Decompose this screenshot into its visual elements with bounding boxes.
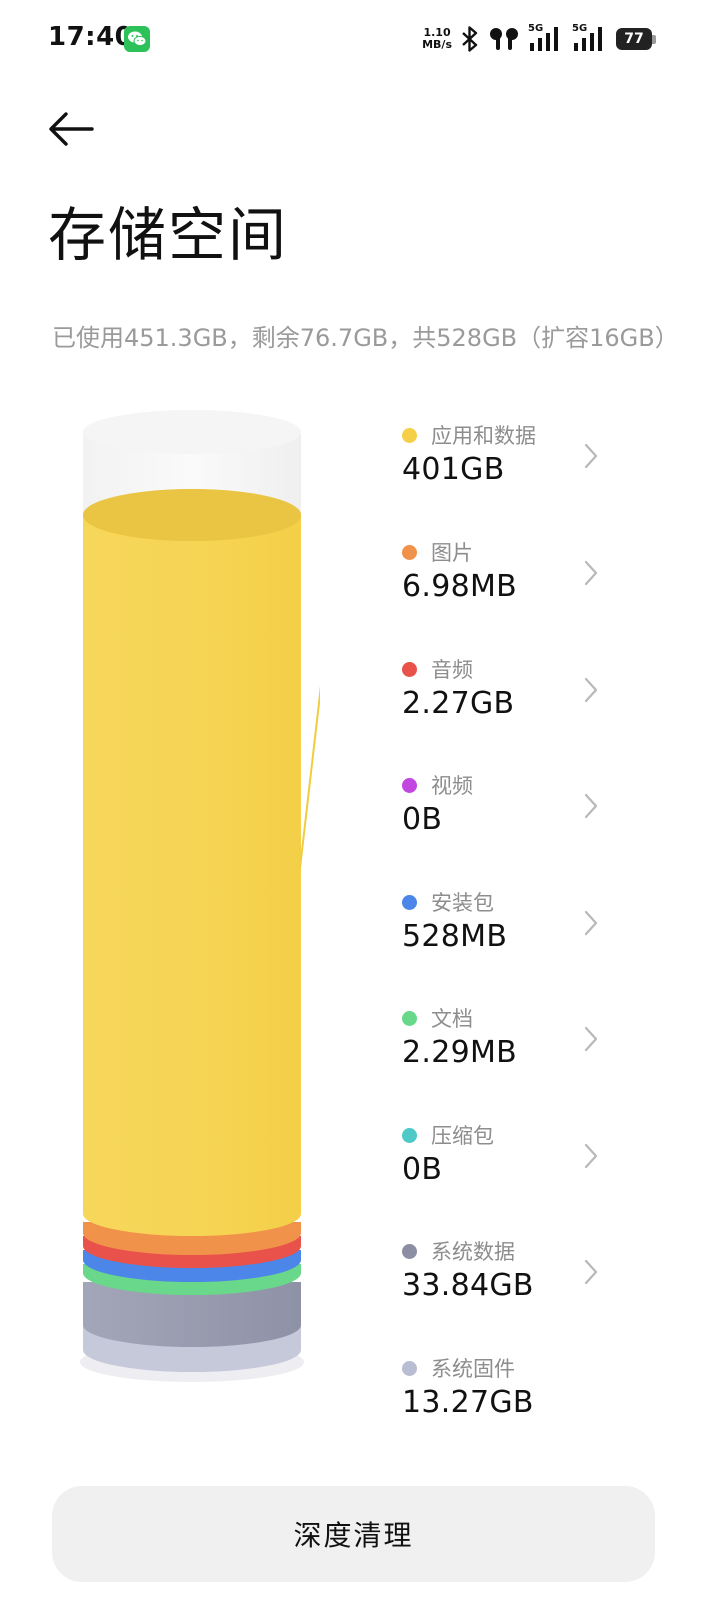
back-button[interactable]	[44, 104, 100, 154]
category-color-dot	[402, 895, 417, 910]
chevron-right-icon	[584, 1259, 598, 1285]
cylinder-top	[83, 410, 301, 454]
signal-sim2: 5G	[572, 23, 608, 53]
category-apps-and-data[interactable]: 应用和数据 401GB	[400, 418, 620, 518]
category-label: 文档	[431, 1007, 473, 1031]
category-size: 13.27GB	[402, 1385, 534, 1420]
category-size: 6.98MB	[402, 569, 518, 604]
wechat-icon	[124, 26, 150, 52]
category-label: 音频	[431, 658, 473, 682]
battery-level: 77	[616, 28, 652, 50]
chevron-right-icon	[584, 443, 598, 469]
battery-icon: 77	[616, 28, 656, 50]
category-system-firmware: 系统固件 13.27GB	[400, 1351, 620, 1451]
chevron-right-icon	[584, 910, 598, 936]
chevron-right-icon	[584, 1026, 598, 1052]
storage-summary: 已使用451.3GB，剩余76.7GB，共528GB（扩容16GB）	[52, 324, 679, 352]
category-archives[interactable]: 压缩包 0B	[400, 1118, 620, 1218]
category-label: 安装包	[431, 891, 494, 915]
category-color-dot	[402, 778, 417, 793]
category-size: 2.29MB	[402, 1035, 518, 1070]
chevron-right-icon	[584, 793, 598, 819]
category-size: 528MB	[402, 919, 508, 954]
category-color-dot	[402, 1128, 417, 1143]
status-bar: 17:40 1.10 MB/s 5G 5G 77	[0, 0, 720, 80]
chevron-right-icon	[584, 1143, 598, 1169]
category-video[interactable]: 视频 0B	[400, 768, 620, 868]
category-color-dot	[402, 545, 417, 560]
category-documents[interactable]: 文档 2.29MB	[400, 1001, 620, 1101]
status-icons: 1.10 MB/s 5G 5G 77	[422, 23, 656, 54]
category-size: 0B	[402, 802, 443, 837]
storage-cylinder	[80, 410, 320, 1382]
chevron-right-icon	[584, 560, 598, 586]
net-speed: 1.10 MB/s	[422, 27, 452, 51]
category-size: 401GB	[402, 452, 505, 487]
category-color-dot	[402, 428, 417, 443]
category-color-dot	[402, 1244, 417, 1259]
category-size: 33.84GB	[402, 1268, 534, 1303]
status-time: 17:40	[48, 22, 134, 52]
category-label: 系统固件	[431, 1357, 515, 1381]
category-size: 2.27GB	[402, 686, 515, 721]
leader-line	[299, 685, 320, 869]
signal-icon	[574, 27, 602, 51]
category-color-dot	[402, 1011, 417, 1026]
back-arrow-icon	[49, 112, 94, 146]
cylinder-segment-apps	[83, 515, 301, 1236]
category-images[interactable]: 图片 6.98MB	[400, 535, 620, 635]
category-installers[interactable]: 安装包 528MB	[400, 885, 620, 985]
page-title: 存储空间	[48, 201, 289, 269]
category-system-data[interactable]: 系统数据 33.84GB	[400, 1234, 620, 1334]
signal-icon	[530, 27, 558, 51]
category-color-dot	[402, 1361, 417, 1376]
category-label: 压缩包	[431, 1124, 494, 1148]
category-label: 视频	[431, 774, 473, 798]
category-audio[interactable]: 音频 2.27GB	[400, 652, 620, 752]
category-label: 应用和数据	[431, 424, 536, 448]
category-size: 0B	[402, 1152, 443, 1187]
chevron-right-icon	[584, 677, 598, 703]
signal-sim1: 5G	[528, 23, 564, 53]
earbuds-icon	[490, 28, 518, 50]
category-color-dot	[402, 662, 417, 677]
bluetooth-icon	[462, 26, 478, 52]
category-label: 图片	[431, 541, 473, 565]
deep-clean-button[interactable]: 深度清理	[52, 1486, 655, 1582]
net-speed-unit: MB/s	[422, 38, 452, 51]
category-label: 系统数据	[431, 1240, 515, 1264]
